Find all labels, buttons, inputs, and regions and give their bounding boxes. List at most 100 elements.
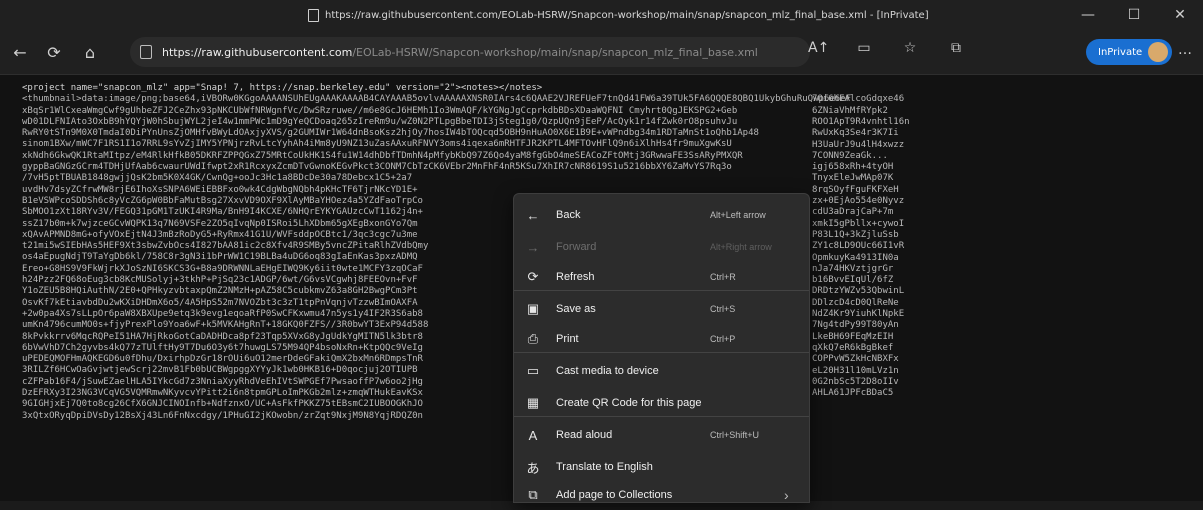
page-info-icon[interactable] xyxy=(140,45,152,59)
code-line: RwRY0tSTn9M0X0TmdaI0DiPYnUnsZjOMHfvBWyLd… xyxy=(22,128,759,139)
home-icon[interactable]: ⌂ xyxy=(78,40,102,64)
menu-item-shortcut: Ctrl+P xyxy=(710,334,736,344)
close-button[interactable]: ✕ xyxy=(1157,0,1203,30)
code-fragment: ZY1c8LD9OUc66I1vR xyxy=(812,241,905,252)
context-menu-item-save-as[interactable]: ▣ Save as Ctrl+S xyxy=(514,294,809,324)
menu-item-label: Cast media to device xyxy=(556,365,659,377)
window-controls: — ☐ ✕ xyxy=(1065,0,1203,30)
menu-item-label: Add page to Collections xyxy=(556,489,673,501)
code-fragment: P83L1Q+3kZjluSsb xyxy=(812,229,899,240)
code-line: sinom1BXw/mWC7F1RS1I1o7RRL9sYvZjIMY5YPNj… xyxy=(22,139,732,150)
code-fragment: nJa74HKVztjgrGr xyxy=(812,263,894,274)
menu-item-shortcut: Ctrl+R xyxy=(710,272,736,282)
profile-avatar[interactable] xyxy=(1148,42,1168,62)
code-fragment: 0G2nbSc5T2D8oIIv xyxy=(812,376,899,387)
context-menu-item-forward: → Forward Alt+Right arrow xyxy=(514,232,809,262)
code-fragment: 7CONN9ZeaGk... xyxy=(812,150,888,161)
menu-item-icon: ← xyxy=(526,207,540,223)
code-fragment: RwUxKq3Se4r3K7Ii xyxy=(812,128,899,139)
document-icon xyxy=(308,8,319,22)
menu-item-icon: ▭ xyxy=(526,363,540,378)
more-options-icon[interactable]: … xyxy=(1178,42,1192,58)
menu-item-label: Refresh xyxy=(556,271,595,283)
read-aloud-icon[interactable]: A↑ xyxy=(808,40,829,56)
window-title: https://raw.githubusercontent.com/EOLab-… xyxy=(325,9,929,21)
code-fragment: COPPvW5ZkHcNBXFx xyxy=(812,354,899,365)
code-fragment: qXkQ7eR6kBgBkef xyxy=(812,342,894,353)
menu-item-label: Translate to English xyxy=(556,461,653,473)
url-host: https://raw.githubusercontent.com xyxy=(162,45,353,59)
context-menu-item-create-qr-code-for-this-page[interactable]: ▦ Create QR Code for this page xyxy=(514,388,809,418)
collections-icon[interactable]: ⧉ xyxy=(946,40,966,56)
context-menu-item-read-aloud[interactable]: A Read aloud Ctrl+Shift+U xyxy=(514,420,809,450)
code-fragment: eL20H31l10mLVz1n xyxy=(812,365,899,376)
code-fragment: 7Ng4tdPy99T80yAn xyxy=(812,320,899,331)
code-line: /7vH5ptTBUAB1848gwjjQsK2bm5K0X4GK/CwnQg+… xyxy=(22,173,413,184)
context-menu-item-translate-to-english[interactable]: あ Translate to English xyxy=(514,452,809,482)
minimize-button[interactable]: — xyxy=(1065,0,1111,30)
code-fragment: LkeBH69FEqMzEIH xyxy=(812,331,894,342)
menu-item-label: Print xyxy=(556,333,579,345)
code-fragment: DRDtzYWZv53QbwinL xyxy=(812,286,905,297)
code-line: wD01DLFNIAto3OxbB9hYQYjW0hSbujWYL2jeI4w1… xyxy=(22,116,738,127)
context-menu-item-add-page-to-collections[interactable]: ⧉ Add page to Collections › xyxy=(514,480,809,510)
code-fragment: AHLA61JPFcBDaC5 xyxy=(812,388,894,399)
menu-separator xyxy=(514,290,809,291)
inprivate-badge[interactable]: InPrivate xyxy=(1086,39,1172,65)
menu-item-shortcut: Ctrl+S xyxy=(710,304,736,314)
code-line: <project name="snapcon_mlz" app="Snap! 7… xyxy=(22,83,543,93)
browser-toolbar: ← ⟳ ⌂ https://raw.githubusercontent.com /… xyxy=(0,30,1203,75)
menu-item-icon: ⎙ xyxy=(527,331,539,346)
code-fragment: H3UaUrJ9u4lH4xwzz xyxy=(812,139,905,150)
menu-item-icon: ⟳ xyxy=(527,269,539,284)
menu-item-label: Back xyxy=(556,209,581,221)
code-line: <thumbnail>data:image/png;base64,iVBORw0… xyxy=(22,94,852,105)
code-fragment: DDlzcD4cD0QlReNe xyxy=(812,297,899,308)
tab-actions-icon[interactable]: ▭ xyxy=(854,40,874,56)
code-fragment: OpmkuyKa4913IN0a xyxy=(812,252,899,263)
menu-item-shortcut: Ctrl+Shift+U xyxy=(710,430,760,440)
menu-separator xyxy=(514,416,809,417)
address-bar[interactable]: https://raw.githubusercontent.com/EOLab-… xyxy=(130,37,810,67)
favorites-star-icon[interactable]: ☆ xyxy=(900,40,920,56)
toolbar-icons: A↑ ▭ ☆ ⧉ xyxy=(808,40,966,56)
code-fragment: b16BvvEIqUl/6fZ xyxy=(812,275,894,286)
inprivate-label: InPrivate xyxy=(1098,46,1143,58)
code-fragment: TnyxEleJwMAp07K xyxy=(812,173,894,184)
menu-item-label: Forward xyxy=(556,241,597,253)
maximize-button[interactable]: ☐ xyxy=(1111,0,1157,30)
code-fragment: 6ZNiaVhMfRYpk2 xyxy=(812,105,888,116)
menu-separator xyxy=(514,352,809,353)
context-menu: ← Back Alt+Left arrow → Forward Alt+Right arr… xyxy=(513,193,810,503)
code-fragment: NdZ4Kr9YiuhKlNpkE xyxy=(812,309,905,319)
url-path: /EOLab-HSRW/Snapcon-workshop/main/snap/s… xyxy=(352,45,758,59)
code-line: xkNdh6GkwQK1RtaMItpz/eM4RlkHfkB05DKRFZPP… xyxy=(22,150,743,161)
context-menu-item-back[interactable]: ← Back Alt+Left arrow xyxy=(514,200,809,230)
menu-item-icon: あ xyxy=(526,460,540,476)
window-title-area: https://raw.githubusercontent.com/EOLab-… xyxy=(308,0,929,30)
code-fragment: zx+0EjAo554e0Nyvz xyxy=(812,196,905,206)
menu-item-icon: ▣ xyxy=(526,301,540,316)
menu-item-icon: A xyxy=(528,427,538,443)
menu-item-shortcut: Alt+Left arrow xyxy=(710,210,766,220)
menu-item-label: Create QR Code for this page xyxy=(556,397,702,409)
menu-item-label: Read aloud xyxy=(556,429,613,441)
context-menu-item-cast-media-to-device[interactable]: ▭ Cast media to device xyxy=(514,356,809,386)
code-fragment: cdU3aDrajCaP+7m xyxy=(812,207,894,218)
context-menu-item-refresh[interactable]: ⟳ Refresh Ctrl+R xyxy=(514,262,809,292)
code-line: gyppBaGNGzGCrm4TDHjUfAab6cwaurUWdIfwpt2x… xyxy=(22,162,732,173)
menu-item-icon: ▦ xyxy=(526,395,540,410)
code-fragment: xmkI5gPbllx+cywoI xyxy=(812,218,905,229)
menu-item-shortcut: Alt+Right arrow xyxy=(710,242,772,252)
back-arrow-icon[interactable]: ← xyxy=(8,40,32,64)
code-fragment: ROO1ApT9R4vnhtl16n xyxy=(812,116,910,127)
title-bar: https://raw.githubusercontent.com/EOLab-… xyxy=(0,0,1203,30)
menu-item-label: Save as xyxy=(556,303,596,315)
context-menu-item-print[interactable]: ⎙ Print Ctrl+P xyxy=(514,324,809,354)
menu-item-icon: → xyxy=(526,239,540,255)
refresh-icon[interactable]: ⟳ xyxy=(42,40,66,64)
code-fragment: igj658xRh+4tyOH xyxy=(812,162,894,173)
code-fragment: 7Oi6hEAlcoGdqxe46 xyxy=(812,94,905,105)
code-line: xBqSr1WlCxeaWmgCwf9gUhbeZFJ2CeZhx93pNKCU… xyxy=(22,105,738,116)
code-fragment: 8rqSOyfFguFKFXeH xyxy=(812,184,899,195)
